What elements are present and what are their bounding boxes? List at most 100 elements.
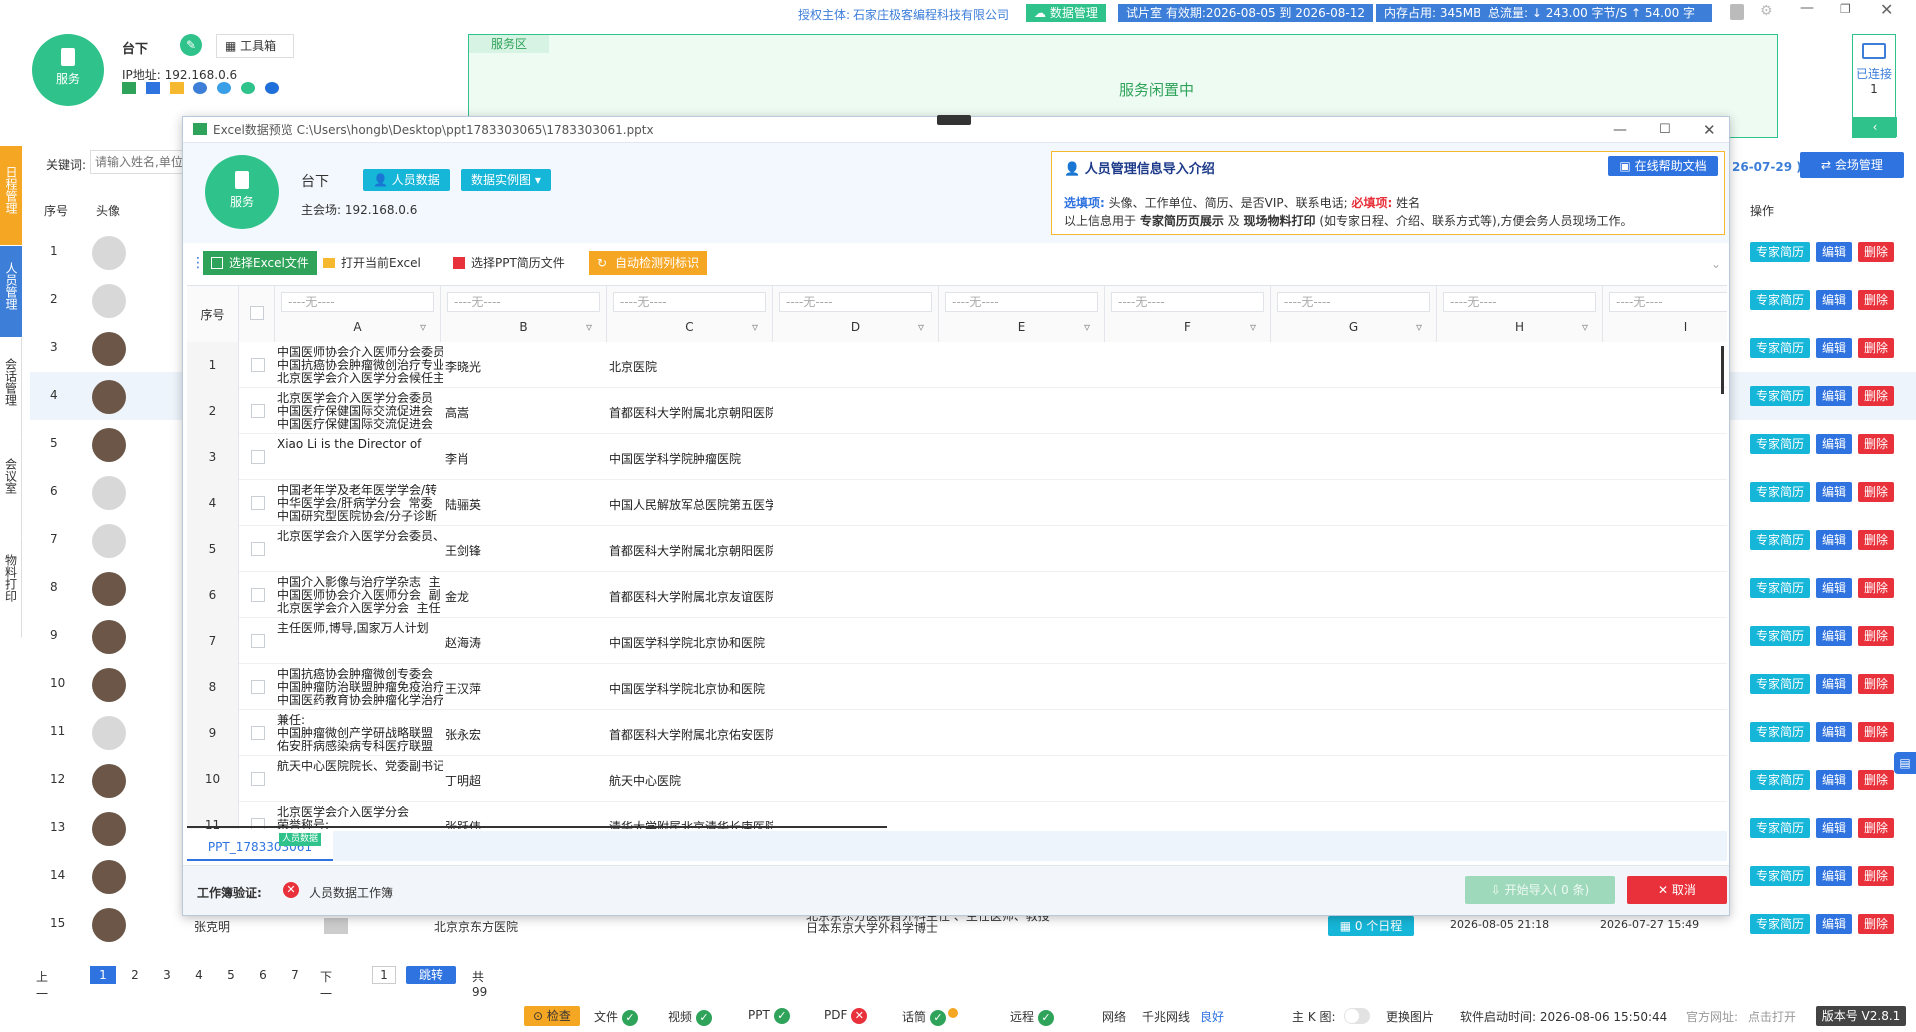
- restore-icon[interactable]: ❐: [1840, 2, 1851, 16]
- speaker-icon[interactable]: [122, 82, 136, 94]
- cell-c[interactable]: 首都医科大学附属北京佑安医院: [609, 726, 773, 743]
- filter-icon[interactable]: ▿: [1582, 320, 1596, 334]
- expert-resume-button[interactable]: 专家简历: [1750, 434, 1811, 454]
- minimize-icon[interactable]: —: [1800, 0, 1814, 16]
- sidebar-item-session[interactable]: 会话管理: [0, 338, 22, 438]
- edit-button[interactable]: 编辑: [1816, 674, 1853, 694]
- delete-button[interactable]: 删除: [1858, 770, 1895, 790]
- edit-icon[interactable]: ✎: [180, 34, 202, 56]
- start-import-button[interactable]: ⇩ 开始导入( 0 条): [1465, 876, 1615, 904]
- schedule-button[interactable]: ▦ 0 个日程: [1328, 916, 1414, 936]
- grid-row[interactable]: 11 北京医学会介入医学分会 荣誉称号: 张跃伟 清华大学附属北京清华长庚医院: [187, 802, 1727, 829]
- select-all-checkbox[interactable]: [250, 306, 264, 320]
- grid-row[interactable]: 10 航天中心医院院长、党委副书记 丁明超 航天中心医院: [187, 756, 1727, 802]
- cell-b[interactable]: 高嵩: [445, 404, 515, 421]
- grid-row[interactable]: 4 中国老年学及老年医学学会/转 中华医学会/肝病学分会 常委 中国研究型医院协会…: [187, 480, 1727, 526]
- cell-c[interactable]: 航天中心医院: [609, 772, 773, 789]
- cell-a[interactable]: 兼任: 中国肿瘤微创产学研战略联盟 佑安肝病感染病专科医疗联盟: [277, 714, 443, 754]
- page-button[interactable]: 3: [154, 966, 180, 984]
- sidebar-item-print[interactable]: 物料打印: [0, 538, 22, 638]
- cell-b[interactable]: 李肖: [445, 450, 515, 467]
- edit-button[interactable]: 编辑: [1816, 722, 1853, 742]
- delete-button[interactable]: 删除: [1858, 434, 1895, 454]
- column-mapping-select[interactable]: ----无----: [1443, 292, 1596, 312]
- delete-button[interactable]: 删除: [1858, 818, 1895, 838]
- monitor-icon[interactable]: [145, 82, 160, 94]
- edit-button[interactable]: 编辑: [1816, 386, 1853, 406]
- grid-row[interactable]: 1 中国医师协会介入医师分会委员 中国抗癌协会肿瘤微创治疗专业 北京医学会介入医学…: [187, 342, 1727, 388]
- column-mapping-select[interactable]: ----无----: [1111, 292, 1264, 312]
- data-management-button[interactable]: ☁ 数据管理: [1026, 4, 1106, 22]
- cell-c[interactable]: 首都医科大学附属北京友谊医院: [609, 588, 773, 605]
- cell-a[interactable]: 中国介入影像与治疗学杂志 主 中国医师协会介入医师分会 副 北京医学会介入医学分…: [277, 576, 443, 616]
- expert-resume-button[interactable]: 专家简历: [1750, 290, 1811, 310]
- edit-button[interactable]: 编辑: [1816, 530, 1853, 550]
- people-data-button[interactable]: 👤 人员数据: [363, 169, 450, 191]
- expert-resume-button[interactable]: 专家简历: [1750, 866, 1811, 886]
- filter-icon[interactable]: ▿: [1416, 320, 1430, 334]
- sample-image-button[interactable]: 数据实例图 ▾: [461, 169, 551, 191]
- cell-a[interactable]: 中国抗癌协会肿瘤微创专委会 中国肿瘤防治联盟肿瘤免疫治疗 中国医药教育协会肿瘤化…: [277, 668, 443, 708]
- cell-a[interactable]: 北京医学会介入医学分会委员、: [277, 530, 443, 570]
- expert-resume-button[interactable]: 专家简历: [1750, 482, 1811, 502]
- select-excel-button[interactable]: 选择Excel文件: [203, 251, 317, 275]
- float-chat-icon[interactable]: ▤: [1894, 752, 1916, 774]
- cell-a[interactable]: 航天中心医院院长、党委副书记: [277, 760, 443, 800]
- row-checkbox[interactable]: [251, 496, 265, 510]
- column-mapping-select[interactable]: ----无----: [779, 292, 932, 312]
- dialog-maximize-icon[interactable]: ☐: [1659, 117, 1671, 143]
- delete-button[interactable]: 删除: [1858, 866, 1895, 886]
- page-button[interactable]: 7: [282, 966, 308, 984]
- page-button[interactable]: 5: [218, 966, 244, 984]
- cell-a[interactable]: 北京医学会介入医学分会委员 中国医疗保健国际交流促进会 中国医疗保健国际交流促进…: [277, 392, 443, 432]
- select-ppt-button[interactable]: 选择PPT简历文件: [445, 251, 573, 275]
- cell-a[interactable]: 中国医师协会介入医师分会委员 中国抗癌协会肿瘤微创治疗专业 北京医学会介入医学分…: [277, 346, 443, 386]
- sidebar-item-schedule[interactable]: 日程管理: [0, 146, 22, 246]
- chrome-icon[interactable]: [193, 82, 208, 94]
- edit-button[interactable]: 编辑: [1816, 866, 1853, 886]
- expert-resume-button[interactable]: 专家简历: [1750, 722, 1811, 742]
- toolbox-button[interactable]: ▦ 工具箱: [216, 34, 294, 58]
- edit-button[interactable]: 编辑: [1816, 242, 1853, 262]
- dialog-minimize-icon[interactable]: —: [1613, 117, 1627, 143]
- filter-icon[interactable]: ▿: [586, 320, 600, 334]
- cell-b[interactable]: 丁明超: [445, 772, 515, 789]
- edit-button[interactable]: 编辑: [1816, 434, 1853, 454]
- sidebar-item-people[interactable]: 人员管理: [0, 246, 22, 338]
- globe-icon[interactable]: [217, 82, 232, 94]
- column-mapping-select[interactable]: ----无----: [447, 292, 600, 312]
- cell-a[interactable]: 中国老年学及老年医学学会/转 中华医学会/肝病学分会 常委 中国研究型医院协会/…: [277, 484, 443, 524]
- column-mapping-select[interactable]: ----无----: [1277, 292, 1430, 312]
- row-checkbox[interactable]: [251, 726, 265, 740]
- edit-button[interactable]: 编辑: [1816, 578, 1853, 598]
- check-button[interactable]: ⊙ 检查: [524, 1006, 580, 1026]
- delete-button[interactable]: 删除: [1858, 386, 1895, 406]
- cell-b[interactable]: 李晓光: [445, 358, 515, 375]
- delete-button[interactable]: 删除: [1858, 482, 1895, 502]
- expert-resume-button[interactable]: 专家简历: [1750, 818, 1811, 838]
- grid-row[interactable]: 8 中国抗癌协会肿瘤微创专委会 中国肿瘤防治联盟肿瘤免疫治疗 中国医药教育协会肿瘤…: [187, 664, 1727, 710]
- toolbar-chevron-icon[interactable]: ⌄: [1711, 257, 1721, 271]
- row-checkbox[interactable]: [251, 358, 265, 372]
- expert-resume-button[interactable]: 专家简历: [1750, 770, 1811, 790]
- delete-button[interactable]: 删除: [1858, 242, 1895, 262]
- cell-c[interactable]: 中国医学科学院北京协和医院: [609, 634, 773, 651]
- sidebar-item-meeting-room[interactable]: 会议室: [0, 438, 22, 538]
- row-checkbox[interactable]: [251, 588, 265, 602]
- cell-b[interactable]: 金龙: [445, 588, 515, 605]
- row-checkbox[interactable]: [251, 634, 265, 648]
- filter-icon[interactable]: ▿: [1084, 320, 1098, 334]
- wechat-icon[interactable]: [241, 82, 256, 94]
- cell-b[interactable]: 赵海涛: [445, 634, 515, 651]
- edit-button[interactable]: 编辑: [1816, 626, 1853, 646]
- goto-button[interactable]: 跳转: [406, 966, 456, 984]
- edit-button[interactable]: 编辑: [1816, 482, 1853, 502]
- filter-icon[interactable]: ▿: [918, 320, 932, 334]
- cell-c[interactable]: 中国人民解放军总医院第五医学: [609, 496, 773, 513]
- cell-a[interactable]: 主任医师,博导,国家万人计划: [277, 622, 443, 662]
- online-help-button[interactable]: ▣ 在线帮助文档: [1608, 156, 1718, 176]
- filter-icon[interactable]: ▿: [752, 320, 766, 334]
- row-checkbox[interactable]: [251, 772, 265, 786]
- row-checkbox[interactable]: [251, 450, 265, 464]
- delete-button[interactable]: 删除: [1858, 338, 1895, 358]
